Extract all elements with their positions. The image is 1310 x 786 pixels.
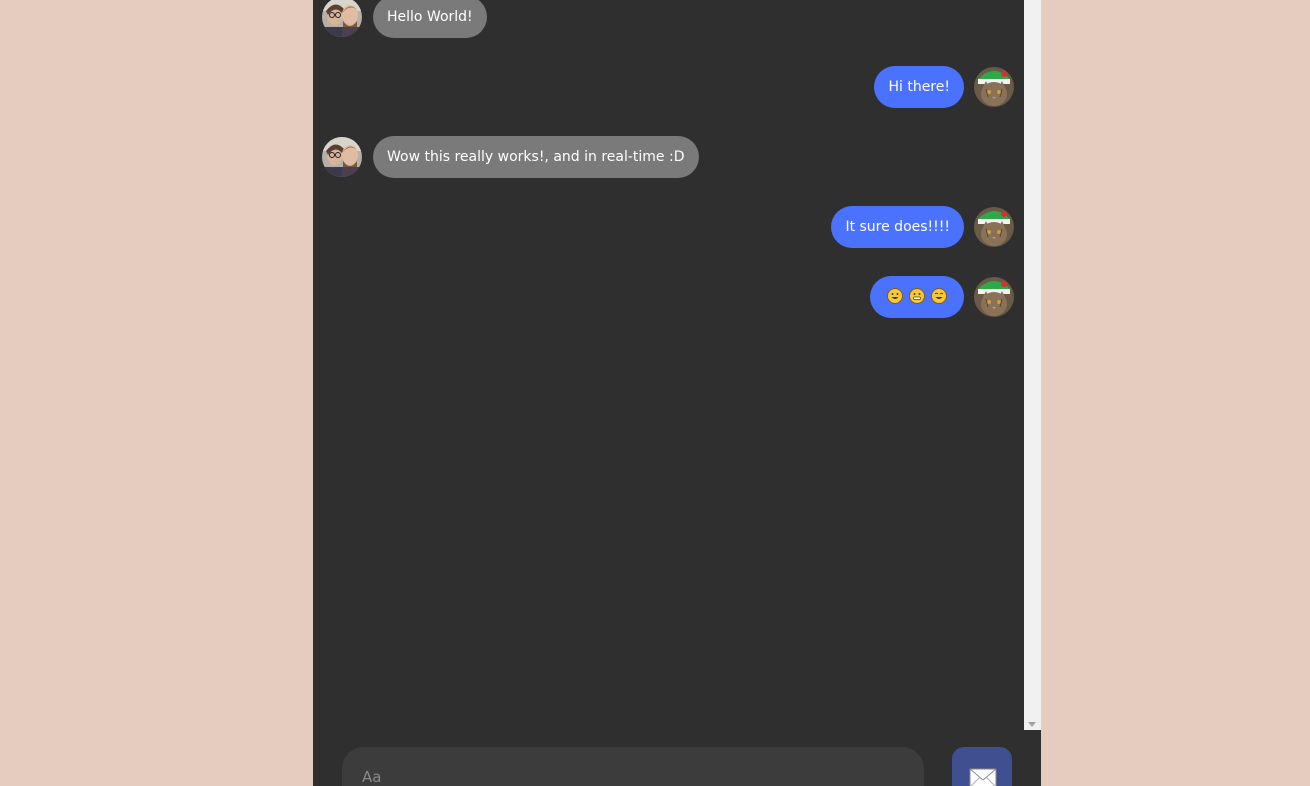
grinning-smile-emoji [931,288,947,304]
message-bubble [870,276,964,318]
chat-app: Hello World! Hi there! Wow this really w… [313,0,1041,786]
message-input[interactable] [342,747,924,786]
message-bubble: Hello World! [373,0,487,38]
couple-avatar [322,0,362,37]
message-bubble: Hi there! [874,66,964,108]
message-outgoing: It sure does!!!! [831,206,1014,248]
message-bubble: It sure does!!!! [831,206,964,248]
message-outgoing: Hi there! [874,66,1014,108]
message-incoming: Wow this really works!, and in real-time… [322,136,699,178]
grimacing-face-emoji [909,288,925,304]
grinning-face-emoji [887,288,903,304]
send-button[interactable] [952,747,1012,786]
cat-avatar [974,207,1014,247]
message-list[interactable]: Hello World! Hi there! Wow this really w… [313,0,1024,730]
message-incoming: Hello World! [322,0,487,38]
envelope-icon [969,768,997,786]
composer-bar [313,730,1041,786]
scrollbar[interactable] [1024,0,1041,730]
message-outgoing [870,276,1014,318]
couple-avatar [322,137,362,177]
cat-avatar [974,277,1014,317]
cat-avatar [974,67,1014,107]
message-bubble: Wow this really works!, and in real-time… [373,136,699,178]
scroll-down-arrow-icon[interactable] [1028,722,1036,727]
